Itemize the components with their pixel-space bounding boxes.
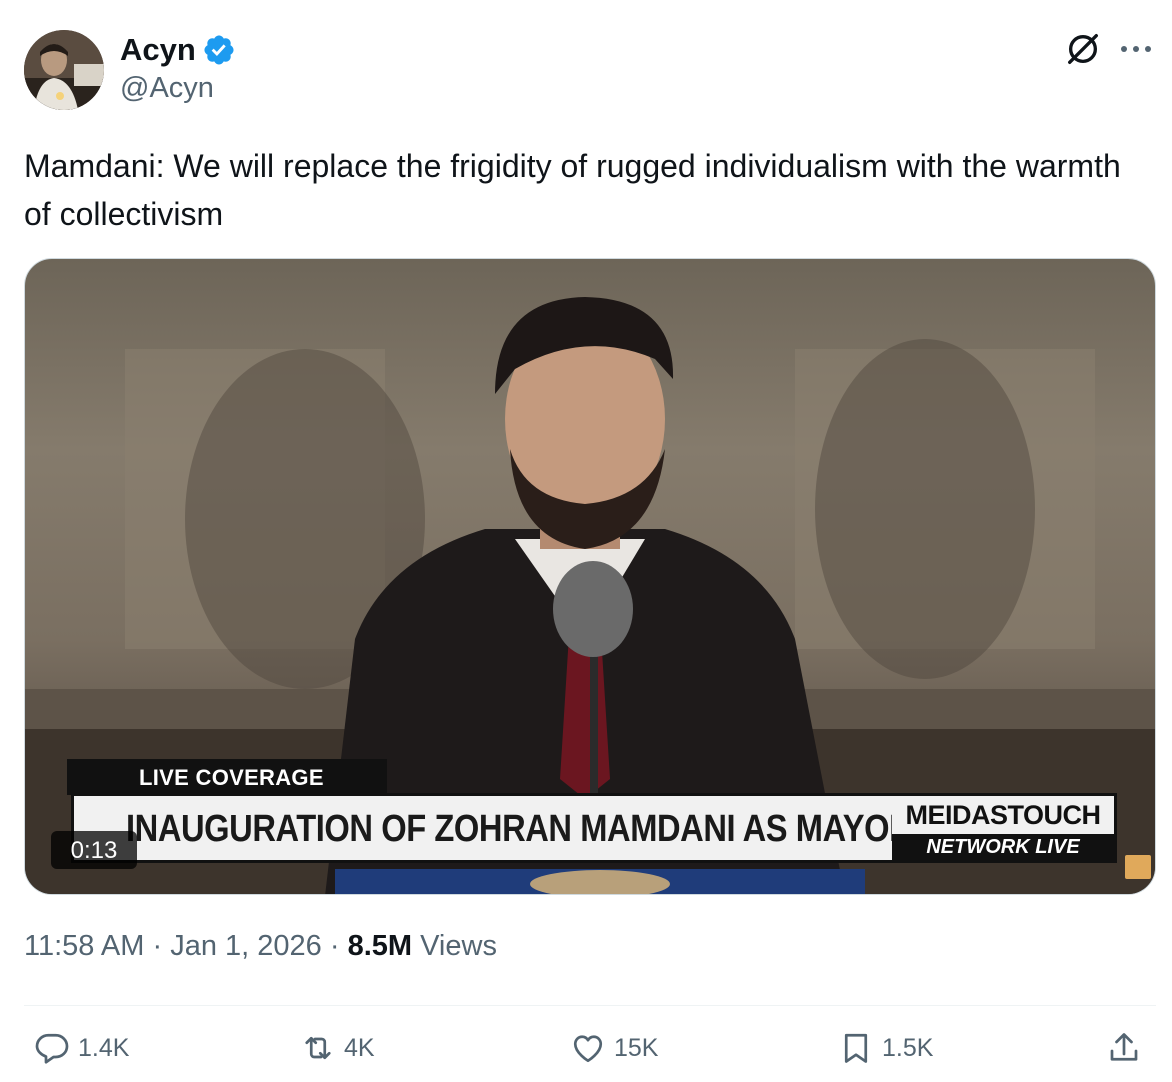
author-handle[interactable]: @Acyn	[120, 72, 214, 105]
reply-icon	[35, 1033, 69, 1064]
divider	[24, 1005, 1156, 1006]
repost-count: 4K	[344, 1033, 375, 1062]
tweet-date[interactable]: Jan 1, 2026	[170, 930, 322, 962]
headline-banner: INAUGURATION OF ZOHRAN MAMDANI AS MAYOR …	[71, 793, 1117, 863]
author-name-row[interactable]: Acyn	[120, 32, 236, 68]
grok-icon[interactable]	[1064, 30, 1102, 68]
verified-badge-icon	[204, 35, 234, 65]
video-duration: 0:13	[51, 831, 137, 869]
tweet-time[interactable]: 11:58 AM	[24, 930, 144, 962]
watermark-icon	[1125, 855, 1151, 879]
bookmark-count: 1.5K	[882, 1033, 934, 1062]
tweet-text: Mamdani: We will replace the frigidity o…	[24, 148, 1121, 232]
share-button[interactable]	[1106, 1030, 1142, 1066]
reply-button[interactable]: 1.4K	[34, 1030, 129, 1066]
bookmark-button[interactable]: 1.5K	[838, 1030, 933, 1066]
broadcaster-name: MEIDASTOUCH	[905, 800, 1101, 830]
more-icon[interactable]	[1116, 34, 1156, 64]
heart-icon	[573, 1035, 603, 1063]
author-name[interactable]: Acyn	[120, 32, 196, 68]
broadcaster-logo: MEIDASTOUCH NETWORK LIVE	[892, 796, 1114, 860]
meta-separator: ·	[152, 930, 163, 962]
action-bar: 1.4K 4K 15K 1.5K	[0, 1030, 1172, 1080]
views-label: Views	[420, 930, 497, 962]
share-icon	[1110, 1033, 1138, 1061]
meta-separator: ·	[329, 930, 340, 962]
avatar-photo	[24, 30, 104, 110]
like-count: 15K	[614, 1033, 659, 1062]
views-count: 8.5M	[347, 930, 413, 962]
broadcaster-subtitle: NETWORK LIVE	[892, 834, 1114, 860]
reply-count: 1.4K	[78, 1033, 130, 1062]
repost-button[interactable]: 4K	[300, 1030, 375, 1066]
avatar[interactable]	[24, 30, 104, 110]
like-button[interactable]: 15K	[570, 1030, 658, 1066]
tweet-meta: 11:58 AM · Jan 1, 2026 · 8.5M Views	[24, 930, 497, 963]
repost-icon	[305, 1036, 331, 1060]
video-player[interactable]: LIVE COVERAGE INAUGURATION OF ZOHRAN MAM…	[24, 258, 1156, 895]
bookmark-icon	[844, 1033, 868, 1063]
live-coverage-tag: LIVE COVERAGE	[67, 759, 387, 795]
